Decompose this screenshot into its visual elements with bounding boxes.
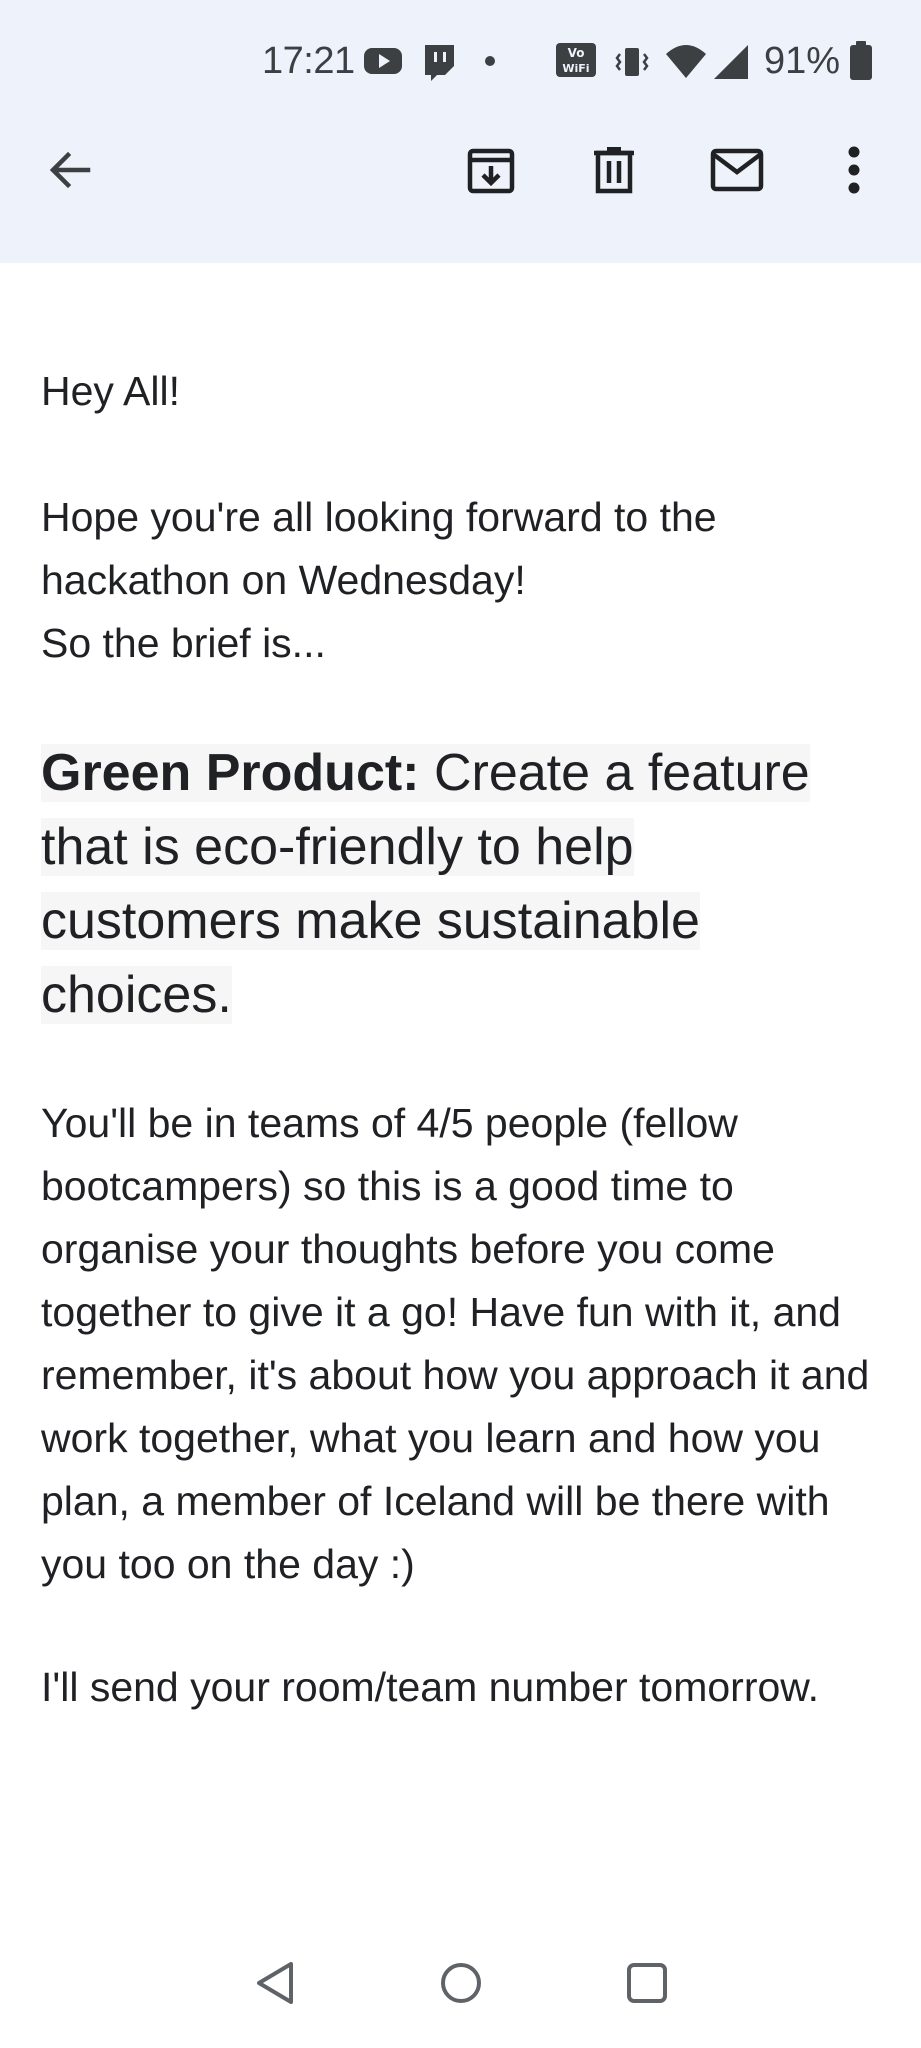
vowifi-text-vo: Vo: [568, 46, 585, 60]
email-intro: Hope you're all looking forward to the h…: [41, 486, 881, 675]
more-options-button[interactable]: [822, 140, 886, 204]
trash-icon: [589, 145, 639, 200]
wifi-icon: [664, 42, 708, 85]
nav-home-button[interactable]: [436, 1960, 486, 2010]
vowifi-icon: Vo WiFi: [555, 42, 597, 83]
twitch-icon: [420, 42, 458, 89]
nav-back-icon: [253, 1960, 297, 2011]
nav-recents-button[interactable]: [622, 1960, 672, 2010]
email-brief: Green Product: Create a feature that is …: [41, 736, 881, 1032]
back-button[interactable]: [38, 140, 102, 204]
mail-icon: [710, 148, 764, 197]
youtube-icon: [362, 42, 404, 85]
email-intro-line-brief: So the brief is...: [41, 620, 326, 666]
status-time: 17:21: [262, 40, 355, 82]
back-arrow-icon: [46, 146, 94, 199]
mark-unread-button[interactable]: [705, 140, 769, 204]
top-app-area: 17:21 Vo WiFi 91%: [0, 0, 921, 263]
brief-title: Green Product:: [41, 744, 420, 802]
brief-highlight: Green Product: Create a feature that is …: [41, 744, 810, 1024]
vibrate-icon: [612, 42, 652, 87]
app-bar: [0, 140, 921, 220]
battery-icon: [848, 40, 874, 87]
email-body: Hey All! Hope you're all looking forward…: [41, 360, 881, 1719]
email-closing: I'll send your room/team number tomorrow…: [41, 1664, 820, 1710]
archive-icon: [466, 145, 516, 200]
email-greeting: Hey All!: [41, 368, 180, 414]
navigation-bar: [0, 1940, 921, 2030]
signal-icon: [710, 42, 750, 87]
status-bar: 17:21 Vo WiFi 91%: [0, 36, 921, 88]
email-intro-line: Hope you're all looking forward to the h…: [41, 494, 717, 603]
nav-back-button[interactable]: [250, 1960, 300, 2010]
dot-icon: [484, 54, 496, 72]
archive-button[interactable]: [459, 140, 523, 204]
battery-percent: 91%: [764, 40, 841, 82]
nav-recents-icon: [625, 1961, 669, 2010]
delete-button[interactable]: [582, 140, 646, 204]
email-details: You'll be in teams of 4/5 people (fellow…: [41, 1100, 870, 1587]
more-vert-icon: [846, 145, 862, 200]
nav-home-icon: [438, 1960, 484, 2011]
vowifi-text-wifi: WiFi: [562, 62, 589, 75]
